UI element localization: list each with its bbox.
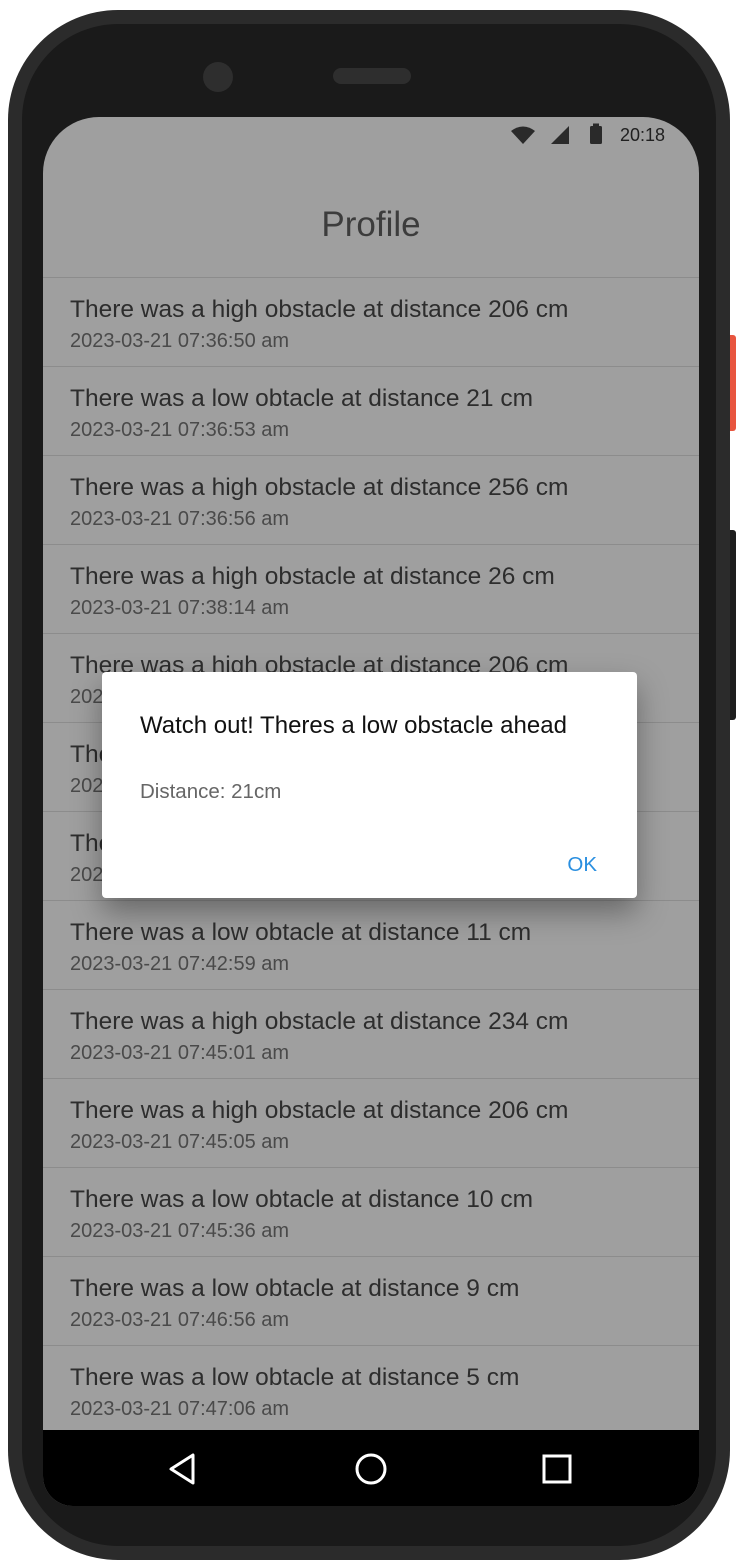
- ok-button[interactable]: OK: [567, 853, 597, 877]
- list-item-timestamp: 2023-03-21 07:42:59 am: [70, 953, 290, 975]
- list-item-timestamp: 2023-03-21 07:45:01 am: [70, 1042, 290, 1064]
- list-item[interactable]: There was a low obtacle at distance 5 cm…: [43, 1346, 699, 1435]
- list-item[interactable]: There was a high obstacle at distance 26…: [43, 545, 699, 634]
- cellular-signal-icon: [551, 126, 569, 144]
- list-item-timestamp: 2023-03-21 07:47:06 am: [70, 1398, 290, 1420]
- list-item-timestamp: 2023-03-21 07:38:14 am: [70, 597, 290, 619]
- home-icon[interactable]: [351, 1449, 391, 1489]
- dialog-message: Distance: 21cm: [140, 780, 282, 803]
- list-item[interactable]: There was a high obstacle at distance 20…: [43, 1079, 699, 1168]
- list-item-message: There was a high obstacle at distance 20…: [70, 296, 569, 323]
- list-item[interactable]: There was a high obstacle at distance 20…: [43, 278, 699, 367]
- navigation-bar: [43, 1430, 699, 1506]
- earpiece-speaker: [333, 68, 411, 84]
- list-item-timestamp: 2023-03-21 07:45:36 am: [70, 1220, 290, 1242]
- list-item-timestamp: 2023-03-21 07:36:56 am: [70, 508, 290, 530]
- list-item[interactable]: There was a high obstacle at distance 23…: [43, 990, 699, 1079]
- list-item-message: There was a low obtacle at distance 11 c…: [70, 919, 532, 946]
- status-icons: [511, 123, 602, 144]
- list-item-message: There was a low obtacle at distance 21 c…: [70, 385, 534, 412]
- app-header: Profile: [43, 175, 699, 278]
- list-item[interactable]: There was a low obtacle at distance 11 c…: [43, 901, 699, 990]
- wifi-icon: [511, 126, 535, 144]
- status-time: 20:18: [619, 125, 665, 145]
- battery-icon: [590, 126, 602, 144]
- front-camera: [203, 62, 233, 92]
- recents-icon[interactable]: [537, 1449, 577, 1489]
- dialog-title: Watch out! Theres a low obstacle ahead: [140, 712, 567, 739]
- list-item-timestamp: 2023-03-21 07:36:50 am: [70, 330, 290, 352]
- power-button: [730, 335, 736, 431]
- list-item[interactable]: There was a low obtacle at distance 9 cm…: [43, 1257, 699, 1346]
- page-title: Profile: [321, 205, 421, 244]
- list-item[interactable]: There was a low obtacle at distance 10 c…: [43, 1168, 699, 1257]
- status-bar: 20:18: [43, 117, 699, 153]
- list-item-message: There was a high obstacle at distance 20…: [70, 1097, 569, 1124]
- alert-dialog: Watch out! Theres a low obstacle ahead D…: [102, 672, 637, 898]
- list-item-timestamp: 2023-03-21 07:36:53 am: [70, 419, 290, 441]
- list-item-timestamp: 2023-03-21 07:46:56 am: [70, 1309, 290, 1331]
- back-icon[interactable]: [163, 1449, 203, 1489]
- list-item-message: There was a high obstacle at distance 23…: [70, 1008, 569, 1035]
- list-item-timestamp: 2023-03-21 07:45:05 am: [70, 1131, 290, 1153]
- list-item-message: There was a low obtacle at distance 5 cm: [70, 1364, 520, 1391]
- list-item-message: There was a low obtacle at distance 9 cm: [70, 1275, 520, 1302]
- list-item-message: There was a low obtacle at distance 10 c…: [70, 1186, 534, 1213]
- list-item-message: There was a high obstacle at distance 26…: [70, 563, 555, 590]
- volume-button: [730, 530, 736, 720]
- list-item[interactable]: There was a high obstacle at distance 25…: [43, 456, 699, 545]
- list-item-message: There was a high obstacle at distance 25…: [70, 474, 569, 501]
- list-item[interactable]: There was a low obtacle at distance 21 c…: [43, 367, 699, 456]
